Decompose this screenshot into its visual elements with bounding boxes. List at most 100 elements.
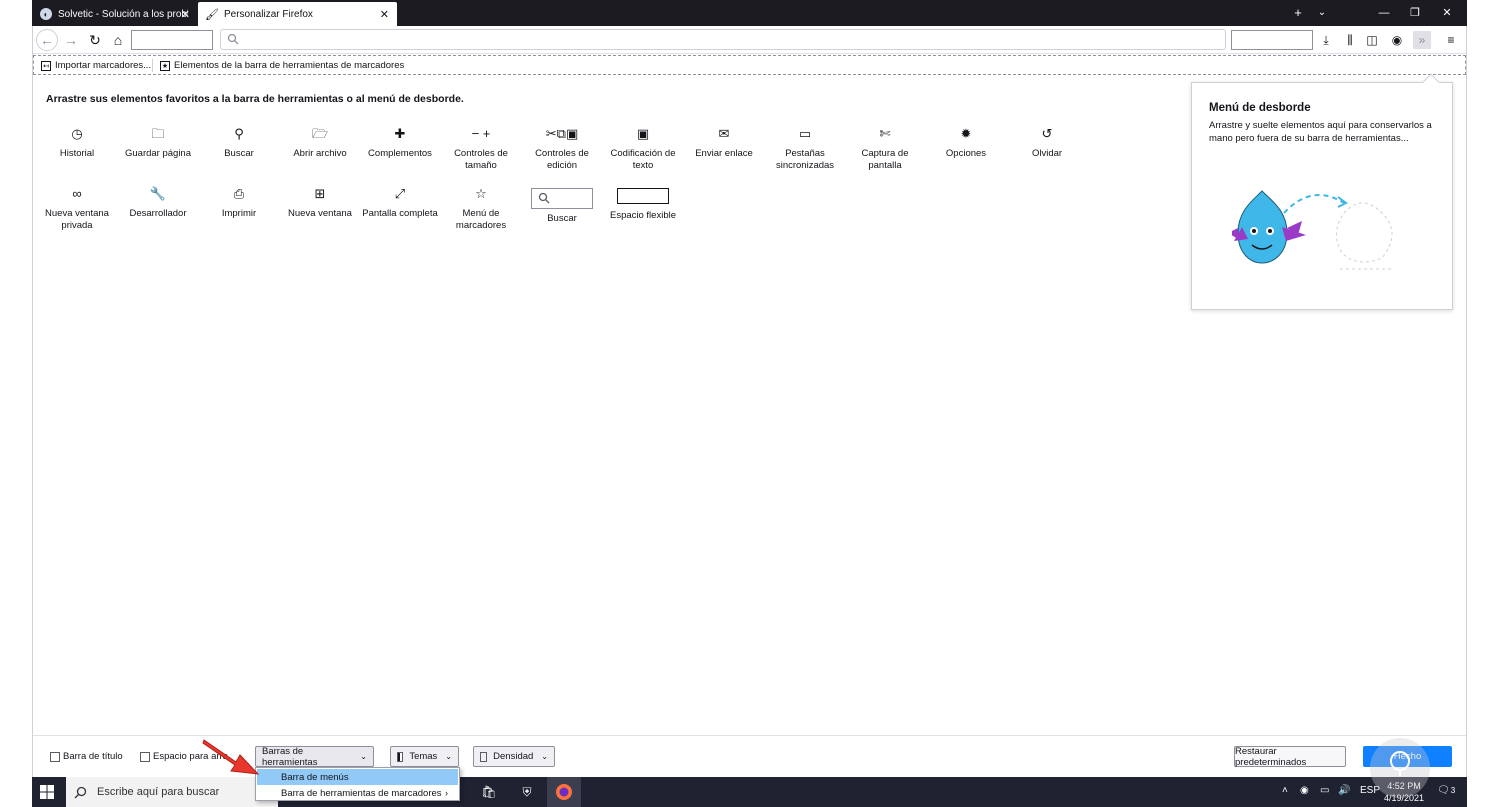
volume-icon[interactable]: 🔊 bbox=[1338, 785, 1350, 796]
import-bookmarks[interactable]: ↤ Importar marcadores... bbox=[41, 58, 151, 73]
watermark-icon bbox=[1390, 751, 1410, 776]
bookmarks-toolbar-items[interactable]: ★ Elementos de la barra de herramientas … bbox=[160, 58, 404, 73]
new-window-icon: ⊞ bbox=[314, 186, 326, 201]
email-link-icon: ✉ bbox=[718, 126, 730, 141]
menu-item-menu-bar[interactable]: Barra de menús bbox=[257, 769, 458, 785]
palette-item[interactable]: 🗁 Abrir archivo bbox=[280, 127, 360, 160]
toolbars-menu: Barra de menús Barra de herramientas de … bbox=[255, 767, 460, 801]
palette-item[interactable]: ✚ Complementos bbox=[360, 127, 440, 160]
customize-instructions: Arrastre sus elementos favoritos a la ba… bbox=[46, 93, 464, 105]
library-icon[interactable]: ⫼ bbox=[1341, 31, 1359, 49]
palette-item-label: Pestañas sincronizadas bbox=[775, 148, 835, 171]
palette-item-label: Desarrollador bbox=[129, 208, 187, 219]
watermark-logo bbox=[1370, 738, 1430, 798]
tab-title: Solvetic - Solución a los proble bbox=[58, 8, 188, 20]
brush-icon: 🖌 bbox=[205, 8, 219, 21]
tray-app-icon[interactable]: ◉ bbox=[1300, 785, 1309, 796]
density-dropdown-button[interactable]: Densidad ⌄ bbox=[473, 746, 555, 767]
menu-item-bookmarks-toolbar[interactable]: Barra de herramientas de marcadores › bbox=[257, 785, 458, 801]
notification-count: 3 bbox=[1450, 786, 1456, 795]
overflow-chevron-icon[interactable]: » bbox=[1413, 31, 1431, 49]
windows-taskbar: Escribe aquí para buscar 🛍 ⛨ ˄ ◉ ▭ 🔊 ESP… bbox=[32, 777, 1467, 807]
palette-item[interactable]: 🗀 Guardar página bbox=[118, 127, 198, 160]
tab-strip: ◐ Solvetic - Solución a los proble ✕ 🖌 P… bbox=[32, 0, 1467, 26]
palette-item[interactable]: ✄ Captura de pantalla bbox=[845, 127, 925, 172]
checkbox-box[interactable] bbox=[50, 751, 60, 762]
tab-solvetic[interactable]: ◐ Solvetic - Solución a los proble ✕ bbox=[32, 2, 198, 26]
taskbar-search-placeholder: Escribe aquí para buscar bbox=[97, 786, 220, 798]
palette-item[interactable]: ⤢ Pantalla completa bbox=[360, 186, 440, 220]
title-bar-label: Barra de título bbox=[63, 751, 123, 762]
red-arrow-annotation bbox=[202, 739, 260, 775]
palette-item[interactable]: Espacio flexible bbox=[603, 188, 683, 222]
firefox-taskbar-icon[interactable] bbox=[547, 777, 581, 807]
palette-item[interactable]: ⎙ Imprimir bbox=[199, 187, 279, 220]
palette-item[interactable]: 🔧 Desarrollador bbox=[118, 187, 198, 220]
palette-item[interactable]: ✉ Enviar enlace bbox=[684, 126, 764, 160]
palette-item[interactable]: ∞ Nueva ventana privada bbox=[37, 187, 117, 232]
taskbar-search-box[interactable]: Escribe aquí para buscar bbox=[66, 777, 278, 807]
flexible-space[interactable] bbox=[131, 30, 213, 50]
checkbox-box[interactable] bbox=[140, 751, 150, 762]
search-widget[interactable] bbox=[531, 188, 593, 209]
flexible-space-widget[interactable] bbox=[617, 188, 669, 204]
overflow-menu-panel[interactable]: Menú de desborde Arrastre y suelte eleme… bbox=[1191, 73, 1453, 310]
star-icon: ★ bbox=[160, 60, 170, 71]
windows-start-icon[interactable] bbox=[40, 785, 54, 799]
synced-tabs-icon: ▭ bbox=[798, 126, 812, 141]
flexible-space[interactable] bbox=[1231, 30, 1313, 50]
palette-item[interactable]: ▣ Codificación de texto bbox=[603, 127, 683, 172]
chevron-down-icon: ⌄ bbox=[360, 752, 367, 761]
palette-item[interactable]: ☆ Menú de marcadores bbox=[441, 186, 521, 232]
palette-item[interactable]: − + Controles de tamaño bbox=[441, 127, 521, 172]
density-icon bbox=[480, 751, 488, 762]
bookmarks-menu-icon: ☆ bbox=[475, 186, 487, 201]
tray-chevron-icon[interactable]: ˄ bbox=[1282, 785, 1288, 796]
palette-item[interactable]: ◷ Historial bbox=[37, 127, 117, 160]
fullscreen-icon: ⤢ bbox=[394, 186, 406, 201]
close-icon[interactable]: ✕ bbox=[181, 8, 190, 21]
palette-item[interactable]: ▭ Pestañas sincronizadas bbox=[765, 126, 845, 172]
palette-item-label: Imprimir bbox=[221, 208, 257, 219]
palette-item[interactable]: ⊞ Nueva ventana bbox=[280, 186, 360, 220]
search-icon bbox=[74, 786, 87, 798]
download-icon[interactable]: ⤓ bbox=[1317, 31, 1335, 49]
palette-item[interactable]: Buscar bbox=[522, 188, 602, 225]
forward-button[interactable]: → bbox=[60, 29, 82, 51]
new-tab-button[interactable]: + bbox=[1287, 4, 1309, 22]
menu-icon[interactable]: ≡ bbox=[1442, 31, 1460, 49]
chevron-right-icon: › bbox=[445, 788, 448, 798]
palette-item-label: Buscar bbox=[224, 148, 254, 159]
tab-personalizar[interactable]: 🖌 Personalizar Firefox ✕ bbox=[198, 2, 397, 26]
title-bar-checkbox[interactable]: Barra de título bbox=[50, 751, 123, 762]
palette-item-label: Abrir archivo bbox=[293, 148, 347, 159]
url-bar[interactable] bbox=[220, 29, 1226, 50]
minimize-button[interactable]: — bbox=[1369, 4, 1399, 22]
palette-item-label: Opciones bbox=[945, 148, 987, 159]
reload-button[interactable]: ↻ bbox=[84, 29, 106, 51]
security-shield-icon[interactable]: ⛨ bbox=[516, 782, 538, 802]
palette-item-label: Nueva ventana privada bbox=[45, 208, 109, 231]
palette-item-label: Complementos bbox=[368, 148, 432, 159]
search-icon bbox=[227, 33, 239, 45]
restore-button[interactable]: ❐ bbox=[1400, 4, 1430, 22]
chevron-down-icon: ⌄ bbox=[541, 752, 548, 761]
themes-dropdown-button[interactable]: Temas ⌄ bbox=[390, 746, 459, 767]
close-window-button[interactable]: ✕ bbox=[1432, 4, 1462, 22]
store-icon[interactable]: 🛍 bbox=[478, 782, 500, 802]
network-icon[interactable]: ▭ bbox=[1320, 785, 1329, 796]
toolbars-dropdown-button[interactable]: Barras de herramientas ⌄ bbox=[255, 746, 374, 768]
palette-item[interactable]: ✹ Opciones bbox=[926, 127, 1006, 160]
sidebar-icon[interactable]: ◫ bbox=[1363, 31, 1381, 49]
palette-item[interactable]: ⚲ Buscar bbox=[199, 127, 279, 160]
firefox-icon bbox=[556, 784, 572, 800]
account-icon[interactable]: ◉ bbox=[1388, 31, 1406, 49]
close-icon[interactable]: ✕ bbox=[380, 8, 389, 21]
notifications-icon[interactable]: 🗨3 bbox=[1437, 785, 1455, 796]
home-button[interactable]: ⌂ bbox=[107, 29, 129, 51]
palette-item[interactable]: ↺ Olvidar bbox=[1007, 127, 1087, 160]
list-tabs-button[interactable]: ⌄ bbox=[1311, 4, 1333, 22]
restore-defaults-button[interactable]: Restaurar predeterminados bbox=[1234, 746, 1346, 768]
palette-item[interactable]: ✂⧉▣ Controles de edición bbox=[522, 127, 602, 172]
back-button[interactable]: ← bbox=[36, 29, 58, 51]
